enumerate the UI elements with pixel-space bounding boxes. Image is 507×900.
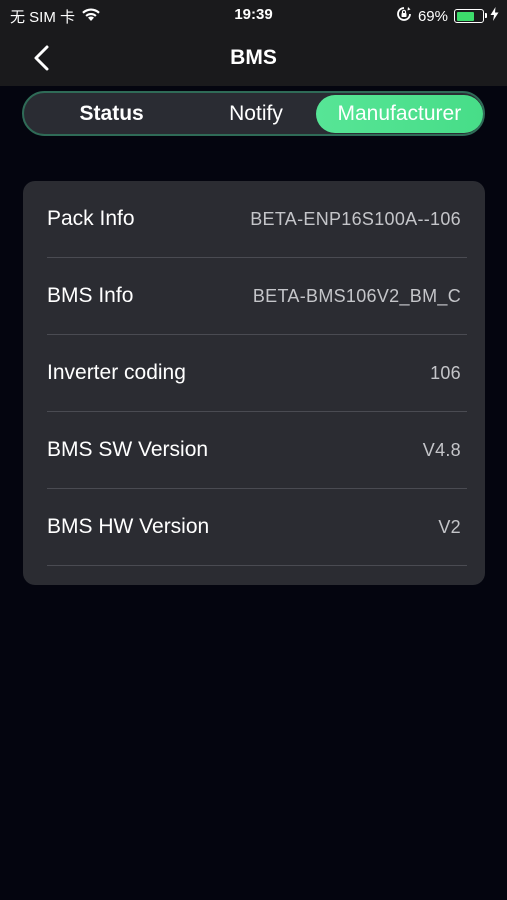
row-label: Inverter coding xyxy=(47,361,186,384)
row-value: BETA-ENP16S100A--106 xyxy=(250,209,461,229)
row-value: 106 xyxy=(430,363,461,383)
nav-bar: BMS xyxy=(0,30,507,86)
info-row-inverter: Inverter coding 106 xyxy=(47,335,467,412)
row-value: V4.8 xyxy=(422,440,461,460)
status-bar: 无 SIM 卡 19:39 69% xyxy=(0,0,507,30)
row-label: BMS HW Version xyxy=(47,515,210,538)
row-value: V2 xyxy=(438,517,461,537)
info-row-hw-version: BMS HW Version V2 xyxy=(47,489,467,566)
tab-manufacturer[interactable]: Manufacturer xyxy=(315,94,483,133)
row-label: BMS SW Version xyxy=(47,438,209,461)
tab-bar: Status Notify Manufacturer xyxy=(22,91,485,136)
row-label: BMS Info xyxy=(47,284,134,307)
tab-notify[interactable]: Notify xyxy=(196,95,315,133)
row-value: BETA-BMS106V2_BM_C xyxy=(252,286,461,306)
row-label: Pack Info xyxy=(47,207,135,230)
manufacturer-info-card: Pack Info BETA-ENP16S100A--106 BMS Info … xyxy=(23,181,485,585)
rotation-lock-icon xyxy=(396,6,412,26)
page-title: BMS xyxy=(230,46,277,69)
status-right: 69% xyxy=(396,6,499,26)
battery-fill xyxy=(456,11,474,21)
info-row-bms: BMS Info BETA-BMS106V2_BM_C xyxy=(47,258,467,335)
tab-status[interactable]: Status xyxy=(27,95,196,133)
info-row-sw-version: BMS SW Version V4.8 xyxy=(47,412,467,489)
info-row-pack: Pack Info BETA-ENP16S100A--106 xyxy=(47,181,467,258)
battery-icon xyxy=(454,9,487,23)
charging-bolt-icon xyxy=(490,7,499,25)
battery-percent: 69% xyxy=(417,7,448,25)
